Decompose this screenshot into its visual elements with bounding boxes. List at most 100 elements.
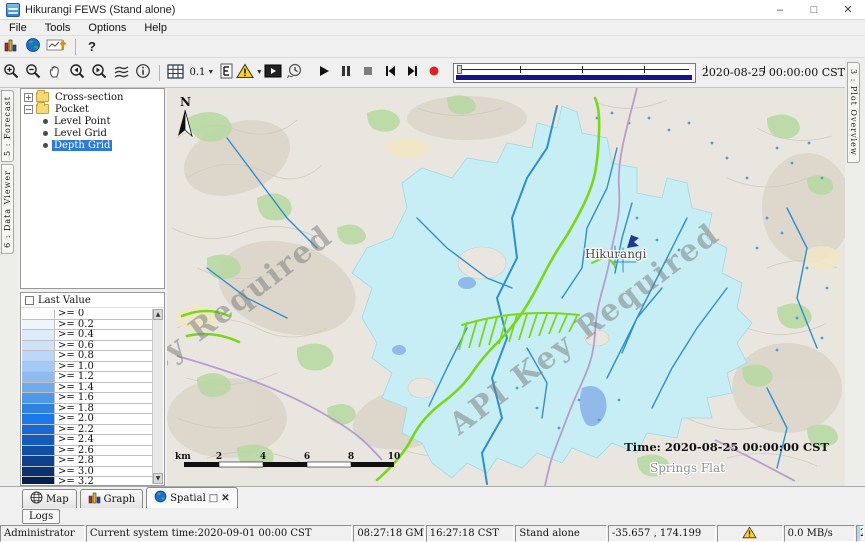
- scroll-up-icon[interactable]: ▲: [153, 309, 163, 320]
- menu-tools[interactable]: Tools: [36, 22, 80, 34]
- color-swatch: [22, 393, 55, 404]
- logs-row: Logs: [0, 508, 865, 525]
- status-memory: 2.5 GB: [856, 525, 864, 542]
- maximize-button[interactable]: □: [797, 0, 831, 19]
- chart-export-icon: [46, 37, 68, 56]
- svg-text:8: 8: [348, 452, 354, 462]
- warnings-dropdown[interactable]: ▼: [238, 63, 261, 83]
- contour-value: 0.1: [189, 67, 205, 78]
- menu-help[interactable]: Help: [135, 22, 176, 34]
- close-button[interactable]: ✕: [831, 0, 865, 19]
- status-bar: Administrator Current system time:2020-0…: [0, 525, 865, 542]
- timeline-range-bar: [456, 75, 692, 80]
- menu-options[interactable]: Options: [79, 22, 135, 34]
- tab-data-viewer[interactable]: 6 : Data Viewer: [1, 164, 14, 254]
- play-box-icon: [264, 64, 282, 81]
- legend-row: >= 0.8: [22, 351, 152, 362]
- color-swatch: [22, 435, 55, 446]
- tab-forecast[interactable]: 5 : Forecast: [1, 90, 14, 162]
- animation-display-button[interactable]: [263, 63, 283, 83]
- tab-map[interactable]: Map: [22, 489, 77, 508]
- layers-icon: [113, 64, 130, 82]
- layers-button[interactable]: [111, 63, 131, 83]
- zoom-previous-button[interactable]: [67, 63, 87, 83]
- legend-icon: [220, 63, 233, 82]
- timeline-handle[interactable]: [457, 65, 462, 74]
- grid-display-button[interactable]: [166, 63, 186, 83]
- tree-item-pocket[interactable]: − Pocket: [21, 103, 164, 115]
- tree-item-label: Level Point: [52, 116, 113, 127]
- legend-row: >= 2.8: [22, 456, 152, 467]
- warning-triangle-icon: [236, 63, 254, 82]
- color-swatch: [22, 372, 55, 383]
- spatial-display-button[interactable]: [23, 37, 43, 57]
- skip-forward-icon: [406, 65, 419, 80]
- step-back-button[interactable]: [380, 63, 400, 83]
- color-swatch: [22, 383, 55, 394]
- legend-scrollbar[interactable]: ▲ ▼: [152, 309, 163, 484]
- time-settings-button[interactable]: [285, 63, 305, 83]
- color-swatch: [22, 320, 55, 331]
- help-button[interactable]: ?: [82, 37, 102, 57]
- stop-button[interactable]: [358, 63, 378, 83]
- step-forward-button[interactable]: [402, 63, 422, 83]
- zoom-out-button[interactable]: [23, 63, 43, 83]
- logs-button[interactable]: Logs: [22, 509, 60, 524]
- database-display-button[interactable]: [1, 37, 21, 57]
- time-slider[interactable]: [453, 63, 696, 83]
- timeline-tick: [582, 66, 583, 73]
- zoom-in-button[interactable]: [1, 63, 21, 83]
- tab-maximize-icon[interactable]: □: [209, 493, 218, 504]
- stop-icon: [362, 65, 374, 80]
- memory-label: 2.5 GB: [860, 528, 864, 539]
- zoom-next-icon: [91, 63, 108, 83]
- status-gmt-time: 08:27:18 GMT: [353, 525, 424, 542]
- tree-item-level-grid[interactable]: Level Grid: [21, 127, 164, 139]
- contour-threshold-dropdown[interactable]: 0.1 ▼: [188, 63, 214, 83]
- menu-file[interactable]: File: [0, 22, 36, 34]
- left-tab-strip: 5 : Forecast 6 : Data Viewer: [0, 88, 18, 486]
- legend-label: >= 0: [55, 309, 152, 320]
- zoom-next-button[interactable]: [89, 63, 109, 83]
- legend-table: >= 0 >= 0.2 >= 0.4 >= 0.6 >= 0.8 >= 1.0 …: [22, 309, 152, 484]
- legend-label: >= 1.2: [55, 372, 152, 383]
- tree-item-label: Pocket: [53, 104, 91, 115]
- place-label: Springs Flat: [650, 461, 725, 475]
- status-warning-cell[interactable]: [717, 525, 783, 542]
- status-user: Administrator: [0, 525, 85, 542]
- tab-plot-overview[interactable]: 3 : Plot Overview: [847, 62, 860, 163]
- map-viewport[interactable]: API Key Required API Key Required Hikura…: [167, 88, 845, 486]
- record-icon: [428, 65, 440, 80]
- collapse-icon[interactable]: −: [24, 105, 33, 114]
- info-button[interactable]: [133, 63, 153, 83]
- minimize-button[interactable]: –: [763, 0, 797, 19]
- globe-wire-icon: [30, 491, 43, 507]
- app-logo-icon: [6, 3, 20, 17]
- tab-close-icon[interactable]: ✕: [221, 493, 229, 504]
- bullet-icon: [43, 119, 48, 124]
- pause-button[interactable]: [336, 63, 356, 83]
- main-toolbar: ?: [0, 36, 865, 58]
- legend-row: >= 3.2: [22, 477, 152, 484]
- scroll-down-icon[interactable]: ▼: [153, 473, 163, 484]
- expand-icon[interactable]: +: [24, 93, 33, 102]
- tree-item-depth-grid[interactable]: Depth Grid: [21, 139, 164, 151]
- timeseries-display-button[interactable]: [45, 37, 69, 57]
- color-swatch: [22, 414, 55, 425]
- timeline-tick: [644, 66, 645, 73]
- pan-button[interactable]: [45, 63, 65, 83]
- tree-item-level-point[interactable]: Level Point: [21, 115, 164, 127]
- legend-toggle-button[interactable]: [216, 63, 236, 83]
- tab-spatial[interactable]: Spatial □ ✕: [146, 487, 237, 508]
- tab-graph[interactable]: Graph: [80, 489, 144, 508]
- legend-row: >= 2.0: [22, 414, 152, 425]
- svg-text:6: 6: [304, 452, 310, 462]
- data-viewer-panel: + Cross-section − Pocket Level Point Lev…: [18, 88, 167, 486]
- map-toolbar: 0.1 ▼ ▼ 2020-08-25 00:: [0, 58, 845, 88]
- map-time-label: Time: 2020-08-25 00:00:00 CST: [624, 440, 829, 454]
- record-button[interactable]: [424, 63, 444, 83]
- color-swatch: [22, 309, 55, 320]
- last-value-checkbox[interactable]: [25, 296, 34, 305]
- play-button[interactable]: [314, 63, 334, 83]
- pause-icon: [340, 65, 352, 80]
